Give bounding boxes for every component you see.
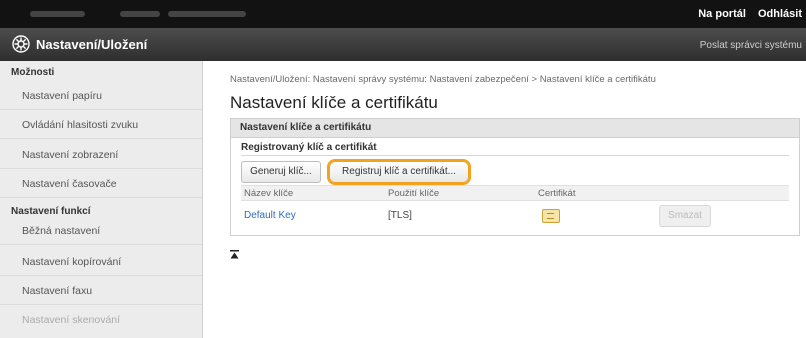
sidebar-section-functions: Nastavení funkcí: [11, 206, 91, 217]
top-links: Na portál Odhlásit: [689, 8, 802, 20]
sidebar-item-common[interactable]: Běžná nastavení: [22, 225, 100, 237]
send-to-admin-link[interactable]: Poslat správci systému: [700, 40, 802, 51]
sidebar-item-paper[interactable]: Nastavení papíru: [22, 90, 102, 102]
main-content: Nastavení/Uložení: Nastavení správy syst…: [220, 61, 806, 338]
column-header-key-usage: Použití klíče: [388, 188, 440, 199]
register-key-cert-button[interactable]: Registruj klíč a certifikát...: [329, 161, 469, 183]
panel-header: Nastavení klíče a certifikátu: [231, 119, 799, 138]
key-name-link[interactable]: Default Key: [244, 210, 296, 221]
table-header: Název klíče Použití klíče Certifikát: [241, 185, 789, 201]
blurred-text: [168, 11, 246, 17]
key-cert-panel: Nastavení klíče a certifikátu Registrova…: [230, 118, 800, 236]
delete-button[interactable]: Smazat: [659, 205, 711, 227]
top-bar: Na portál Odhlásit: [0, 0, 806, 28]
registered-label: Registrovaný klíč a certifikát: [241, 142, 377, 153]
breadcrumb: Nastavení/Uložení: Nastavení správy syst…: [230, 74, 656, 85]
sidebar-item-copy[interactable]: Nastavení kopírování: [22, 256, 121, 268]
sidebar-item-volume[interactable]: Ovládání hlasitosti zvuku: [22, 119, 138, 131]
sidebar-section-options: Možnosti: [11, 67, 55, 78]
generate-key-button[interactable]: Generuj klíč...: [241, 161, 321, 183]
certificate-icon[interactable]: [542, 209, 560, 223]
gear-icon: [12, 35, 30, 53]
divider: [0, 109, 202, 110]
sidebar-item-display[interactable]: Nastavení zobrazení: [22, 149, 118, 161]
panel-title: Nastavení klíče a certifikátu: [240, 122, 372, 133]
divider: [0, 138, 202, 139]
logout-link[interactable]: Odhlásit: [758, 8, 802, 20]
blurred-text: [120, 11, 160, 17]
column-header-certificate: Certifikát: [538, 188, 576, 199]
divider: [0, 244, 202, 245]
page-title: Nastavení klíče a certifikátu: [230, 93, 438, 112]
blurred-text: [30, 11, 85, 17]
sidebar-item-scan[interactable]: Nastavení skenování: [22, 314, 120, 326]
sidebar-item-fax[interactable]: Nastavení faxu: [22, 285, 92, 297]
divider: [0, 275, 202, 276]
portal-link[interactable]: Na portál: [698, 8, 746, 20]
sidebar: Možnosti Nastavení papíru Ovládání hlasi…: [0, 61, 203, 338]
sidebar-item-timer[interactable]: Nastavení časovače: [22, 178, 117, 190]
divider: [0, 304, 202, 305]
column-header-key-name: Název klíče: [244, 188, 294, 199]
app-title: Nastavení/Uložení: [36, 37, 148, 52]
key-usage-cell: [TLS]: [388, 210, 412, 221]
divider: [241, 155, 789, 156]
divider: [0, 168, 202, 169]
divider: [0, 197, 202, 198]
page-top-icon[interactable]: [230, 250, 239, 259]
title-bar: Nastavení/Uložení Poslat správci systému: [0, 28, 806, 61]
